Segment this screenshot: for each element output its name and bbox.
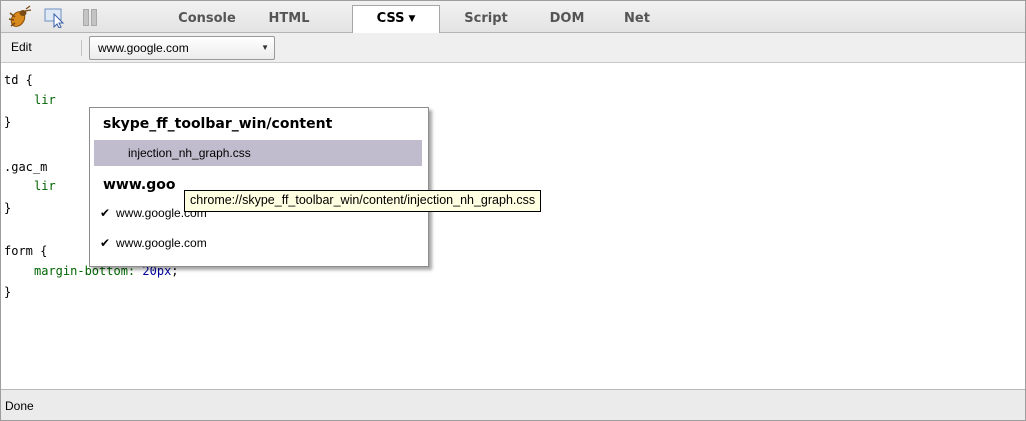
menu-item-google-2[interactable]: ✔ www.google.com — [94, 230, 422, 256]
location-bar: Edit www.google.com ▼ — [1, 33, 1025, 63]
tab-net[interactable]: Net — [612, 6, 662, 31]
location-select-value: www.google.com — [98, 41, 189, 55]
stylesheet-location-menu: skype_ff_toolbar_win/content injection_n… — [89, 107, 429, 267]
tab-css[interactable]: CSS ▼ — [352, 5, 440, 33]
pause-icon[interactable] — [83, 9, 97, 26]
edit-button[interactable]: Edit — [11, 40, 32, 54]
firebug-icon[interactable] — [6, 5, 32, 29]
menu-group-header: skype_ff_toolbar_win/content — [103, 116, 333, 132]
css-rule-close: } — [4, 285, 12, 299]
css-rule-close: } — [4, 115, 12, 129]
firebug-toolbar: Console HTML CSS ▼ Script DOM Net — [1, 1, 1025, 33]
css-rule-selector[interactable]: td { — [4, 73, 33, 87]
tab-css-label: CSS — [376, 11, 405, 26]
menu-item-label: injection_nh_graph.css — [128, 146, 251, 160]
tab-script[interactable]: Script — [448, 6, 524, 31]
menu-item-injection-css[interactable]: injection_nh_graph.css — [94, 140, 422, 166]
tooltip: chrome://skype_ff_toolbar_win/content/in… — [184, 190, 542, 212]
checkmark-icon: ✔ — [100, 236, 111, 250]
status-text: Done — [5, 399, 34, 413]
menu-group-header: www.goo — [103, 177, 176, 193]
menu-item-label: www.google.com — [116, 236, 207, 250]
css-rule-selector[interactable]: form { — [4, 244, 47, 258]
chevron-down-icon: ▼ — [261, 43, 269, 52]
stylesheet-location-select[interactable]: www.google.com ▼ — [89, 36, 275, 60]
css-property[interactable]: lir — [34, 179, 56, 193]
tab-html[interactable]: HTML — [259, 6, 319, 31]
css-property[interactable]: lir — [34, 93, 56, 107]
inspect-icon[interactable] — [44, 8, 66, 28]
css-rule-selector[interactable]: .gac_m — [4, 160, 47, 174]
tab-dom[interactable]: DOM — [535, 6, 599, 31]
checkmark-icon: ✔ — [100, 206, 111, 220]
chevron-down-icon: ▼ — [408, 14, 416, 24]
css-rule-close: } — [4, 201, 12, 215]
tab-console[interactable]: Console — [161, 6, 253, 31]
separator — [81, 40, 82, 56]
status-bar: Done — [1, 389, 1025, 420]
firebug-panel: Console HTML CSS ▼ Script DOM Net Edit ww… — [0, 0, 1026, 421]
